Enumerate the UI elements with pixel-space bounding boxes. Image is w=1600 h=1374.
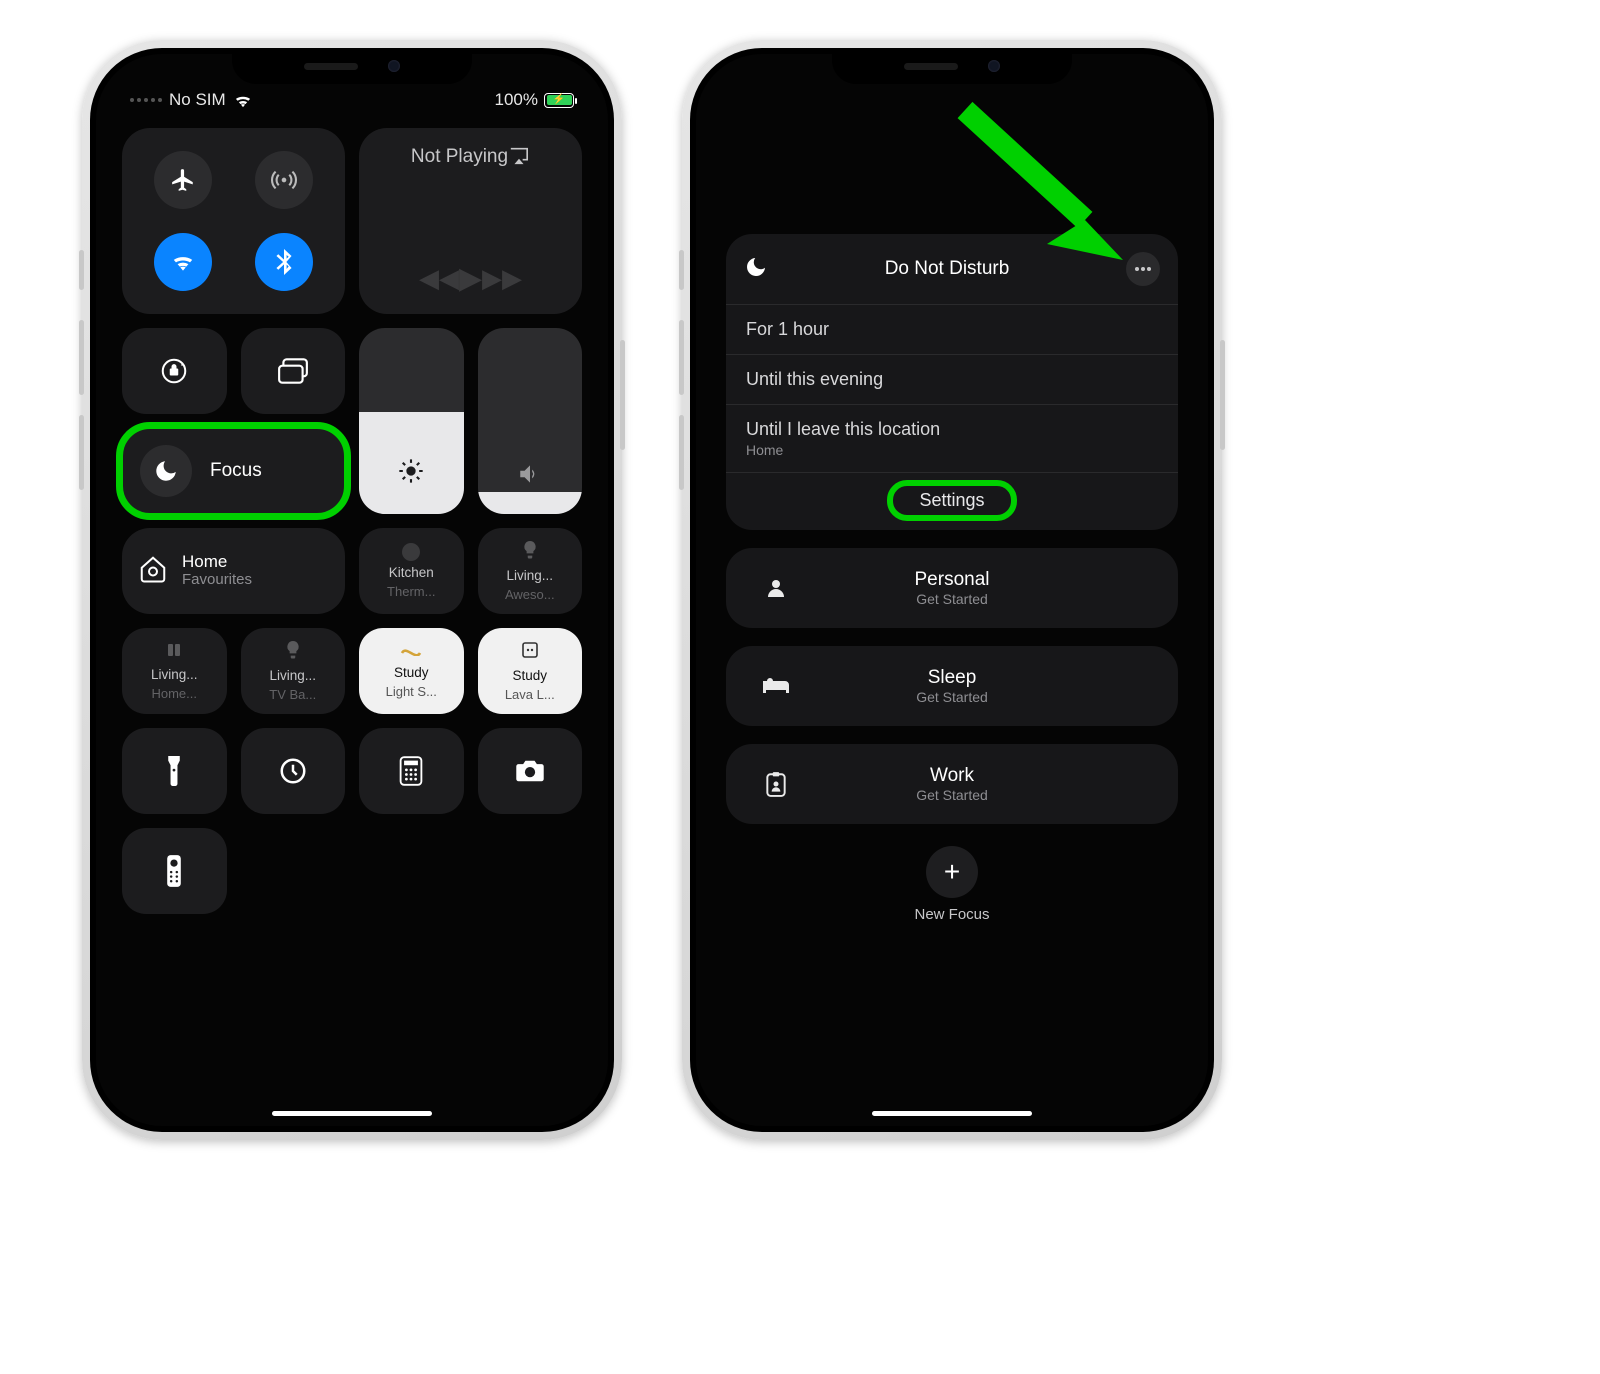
do-not-disturb-card: Do Not Disturb For 1 hour Until this eve…	[726, 234, 1178, 530]
rotation-lock-toggle[interactable]	[122, 328, 227, 414]
person-icon	[748, 576, 804, 600]
battery-icon: ⚡	[544, 93, 574, 108]
plug-icon	[521, 641, 539, 664]
battery-percent: 100%	[495, 90, 538, 110]
home-icon	[138, 554, 168, 589]
speaker-icon	[166, 642, 182, 663]
annotation-highlight	[887, 480, 1016, 521]
media-panel[interactable]: Not Playing ◀◀ ▶ ▶▶	[359, 128, 582, 314]
focus-label: Focus	[210, 460, 262, 482]
bluetooth-toggle[interactable]	[255, 233, 313, 291]
home-accessory-tile[interactable]: Study Lava L...	[478, 628, 583, 714]
signal-icon	[130, 98, 162, 102]
apple-tv-remote-button[interactable]	[122, 828, 227, 914]
flashlight-button[interactable]	[122, 728, 227, 814]
wifi-toggle[interactable]	[154, 233, 212, 291]
connectivity-panel[interactable]	[122, 128, 345, 314]
carrier-label: No SIM	[169, 90, 226, 110]
dnd-option[interactable]: Until this evening	[726, 354, 1178, 404]
thermostat-icon	[402, 543, 420, 561]
bulb-icon	[285, 641, 301, 664]
focus-settings-button[interactable]: Settings	[897, 486, 1006, 515]
media-next-icon[interactable]: ▶▶	[482, 263, 522, 294]
media-prev-icon[interactable]: ◀◀	[419, 263, 459, 294]
dnd-title: Do Not Disturb	[885, 258, 1010, 280]
home-indicator[interactable]	[872, 1111, 1032, 1116]
home-accessory-tile[interactable]: Living... Aweso...	[478, 528, 583, 614]
home-accessory-tile[interactable]: Study Light S...	[359, 628, 464, 714]
new-focus-button[interactable]: + New Focus	[726, 846, 1178, 923]
bulb-icon	[522, 541, 538, 564]
volume-slider[interactable]	[478, 328, 583, 514]
media-label: Not Playing	[411, 146, 508, 168]
more-button[interactable]	[1126, 252, 1160, 286]
dnd-option[interactable]: Until I leave this location Home	[726, 404, 1178, 472]
screen-mirroring-button[interactable]	[241, 328, 346, 414]
wifi-icon	[233, 93, 253, 108]
media-play-icon[interactable]: ▶	[459, 261, 482, 296]
home-favourites-tile[interactable]: Home Favourites	[122, 528, 345, 614]
calculator-button[interactable]	[359, 728, 464, 814]
focus-mode-work[interactable]: Work Get Started	[726, 744, 1178, 824]
focus-mode-personal[interactable]: Personal Get Started	[726, 548, 1178, 628]
moon-icon	[744, 255, 768, 284]
airplay-icon[interactable]	[508, 146, 530, 172]
camera-button[interactable]	[478, 728, 583, 814]
focus-mode-sleep[interactable]: Sleep Get Started	[726, 646, 1178, 726]
home-accessory-tile[interactable]: Living... Home...	[122, 628, 227, 714]
brightness-icon	[397, 457, 425, 490]
dnd-option[interactable]: For 1 hour	[726, 304, 1178, 354]
timer-button[interactable]	[241, 728, 346, 814]
brightness-slider[interactable]	[359, 328, 464, 514]
moon-icon	[140, 445, 192, 497]
home-accessory-tile[interactable]: Living... TV Ba...	[241, 628, 346, 714]
home-tile-title: Home	[182, 553, 252, 572]
focus-button[interactable]: Focus	[122, 428, 345, 514]
lightstrip-icon	[400, 643, 422, 661]
home-accessory-tile[interactable]: Kitchen Therm...	[359, 528, 464, 614]
plus-icon: +	[926, 846, 978, 898]
home-tile-subtitle: Favourites	[182, 572, 252, 589]
cellular-toggle[interactable]	[255, 151, 313, 209]
airplane-toggle[interactable]	[154, 151, 212, 209]
home-indicator[interactable]	[272, 1111, 432, 1116]
volume-icon	[517, 463, 543, 490]
badge-icon	[748, 771, 804, 797]
bed-icon	[748, 676, 804, 696]
